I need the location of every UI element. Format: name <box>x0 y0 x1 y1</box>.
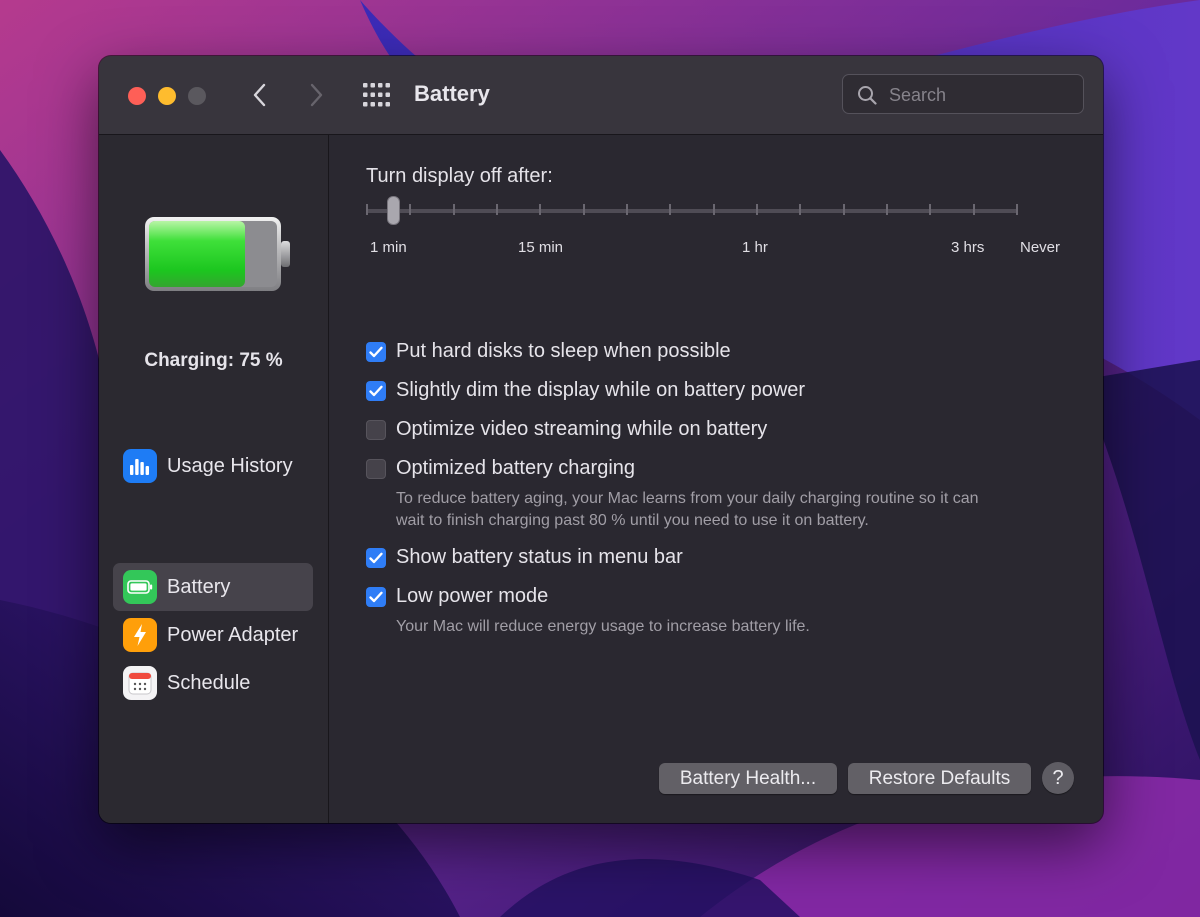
checkbox[interactable] <box>366 458 386 479</box>
option-low-power-mode[interactable]: Low power mode <box>366 585 548 608</box>
slider-tick <box>842 204 845 215</box>
option-label: Show battery status in menu bar <box>396 546 683 568</box>
sidebar-item-usage-history[interactable]: Usage History <box>113 442 313 490</box>
calendar-icon <box>123 666 157 700</box>
tick-label-1-hr: 1 hr <box>742 239 768 256</box>
slider-tick <box>582 204 585 215</box>
option-optimized-charging[interactable]: Optimized battery charging <box>366 457 635 480</box>
sidebar-item-label: Power Adapter <box>167 623 299 646</box>
battery-settings-pane: Turn display off after: 1 min 15 min 1 h… <box>329 135 1103 823</box>
option-label: Slightly dim the display while on batter… <box>396 379 806 401</box>
display-off-slider[interactable] <box>366 195 1026 235</box>
slider-tick <box>452 204 455 215</box>
slider-tick <box>539 204 542 215</box>
restore-defaults-button[interactable]: Restore Defaults <box>848 763 1031 794</box>
search-input[interactable] <box>887 81 1076 109</box>
description-line: To reduce battery aging, your Mac learns… <box>396 490 979 507</box>
sidebar-item-battery[interactable]: Battery <box>113 563 313 611</box>
slider-tick <box>886 204 888 215</box>
battery-preferences-window: Battery Search Charging: 75 % Usage Hist… <box>99 56 1103 823</box>
battery-icon <box>123 570 157 604</box>
forward-button[interactable] <box>302 80 330 110</box>
option-dim-display[interactable]: Slightly dim the display while on batter… <box>366 379 805 402</box>
slider-track[interactable] <box>366 209 1018 213</box>
sidebar-item-label: Usage History <box>167 454 293 477</box>
lightning-icon <box>123 618 157 652</box>
option-label: Optimized battery charging <box>396 457 636 479</box>
slider-tick <box>929 204 932 215</box>
slider-thumb[interactable] <box>387 196 400 225</box>
option-optimize-video[interactable]: Optimize video streaming while on batter… <box>366 418 767 441</box>
checkbox[interactable] <box>366 586 386 607</box>
slider-tick <box>366 204 368 215</box>
option-hard-disk-sleep[interactable]: Put hard disks to sleep when possible <box>366 340 731 363</box>
show-all-grid-icon[interactable] <box>363 83 391 107</box>
help-button[interactable]: ? <box>1042 762 1074 794</box>
slider-tick <box>496 204 498 215</box>
sidebar-item-label: Battery <box>167 575 231 598</box>
sidebar-item-label: Schedule <box>167 671 251 694</box>
checkmark-icon <box>369 346 383 357</box>
checkmark-icon <box>369 552 383 563</box>
sidebar-item-schedule[interactable]: Schedule <box>113 659 313 707</box>
description-line: wait to finish charging past 80 % until … <box>396 512 869 529</box>
close-window-button[interactable] <box>128 87 146 105</box>
search-icon <box>858 86 877 105</box>
tick-label-1-min: 1 min <box>370 239 407 256</box>
slider-tick <box>799 204 802 215</box>
checkbox[interactable] <box>366 419 386 440</box>
option-label: Low power mode <box>396 585 549 607</box>
minimize-window-button[interactable] <box>158 87 176 105</box>
sidebar-item-power-adapter[interactable]: Power Adapter <box>113 611 313 659</box>
slider-tick <box>626 204 628 215</box>
display-off-label: Turn display off after: <box>366 165 553 187</box>
low-power-mode-description: Your Mac will reduce energy usage to inc… <box>396 616 1066 638</box>
description-line: Your Mac will reduce energy usage to inc… <box>396 618 810 635</box>
tick-label-15-min: 15 min <box>518 239 564 256</box>
slider-tick <box>409 204 412 215</box>
tick-label-3-hrs: 3 hrs <box>951 239 985 256</box>
slider-tick <box>1016 204 1018 215</box>
optimized-charging-description: To reduce battery aging, your Mac learns… <box>396 488 1066 532</box>
slider-tick <box>712 204 715 215</box>
checkbox[interactable] <box>366 341 386 362</box>
chevron-right-icon <box>310 83 323 107</box>
option-menu-bar-status[interactable]: Show battery status in menu bar <box>366 546 683 569</box>
option-label: Optimize video streaming while on batter… <box>396 418 768 440</box>
checkbox[interactable] <box>366 380 386 401</box>
checkbox[interactable] <box>366 547 386 568</box>
slider-tick <box>972 204 975 215</box>
sidebar: Charging: 75 % Usage History Battery Pow… <box>99 135 329 823</box>
back-button[interactable] <box>246 80 274 110</box>
slider-tick <box>669 204 672 215</box>
search-field[interactable] <box>842 74 1084 114</box>
option-label: Put hard disks to sleep when possible <box>396 340 731 362</box>
battery-health-button[interactable]: Battery Health... <box>659 763 837 794</box>
title-bar: Battery <box>99 56 1103 135</box>
checkmark-icon <box>369 591 383 602</box>
zoom-window-button[interactable] <box>188 87 206 105</box>
bar-chart-icon <box>123 449 157 483</box>
chevron-left-icon <box>253 83 266 107</box>
charging-status: Charging: 75 % <box>144 350 283 371</box>
slider-tick <box>756 204 758 215</box>
tick-label-never: Never <box>1020 239 1061 256</box>
window-title: Battery <box>414 81 490 106</box>
battery-level-icon <box>145 217 290 291</box>
checkmark-icon <box>369 385 383 396</box>
